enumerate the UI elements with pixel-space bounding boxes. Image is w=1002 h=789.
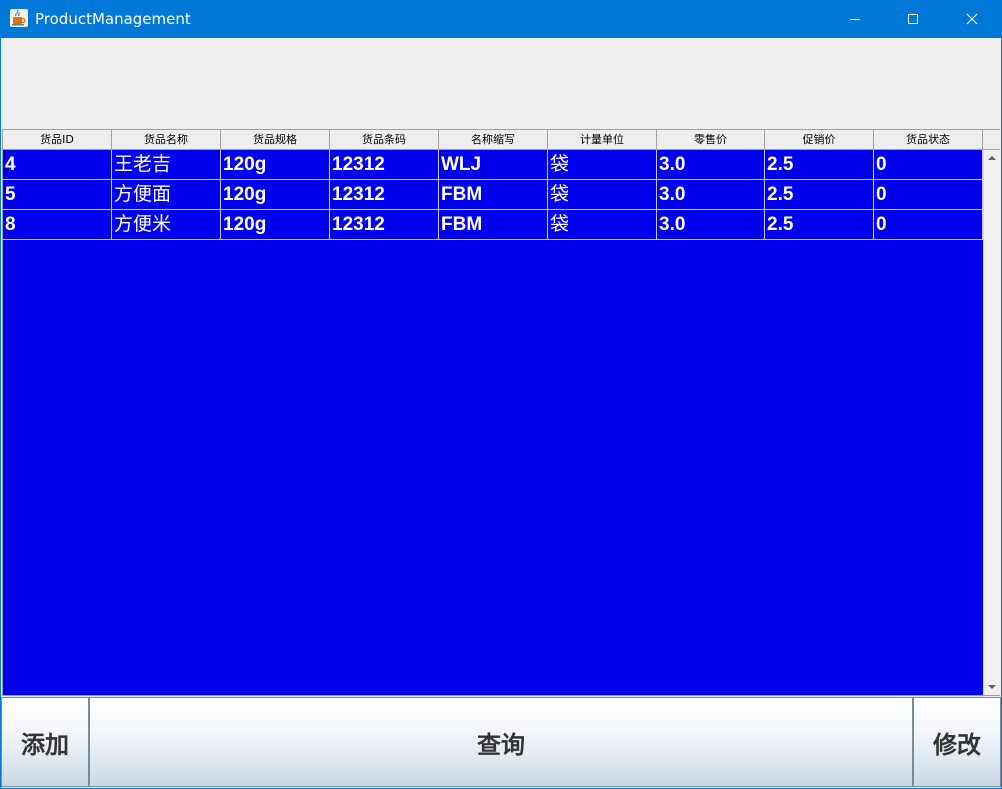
- cell-abbr[interactable]: FBM: [439, 180, 548, 209]
- table-row[interactable]: 8 方便米 120g 12312 FBM 袋 3.0 2.5 0: [3, 210, 983, 240]
- cell-name[interactable]: 方便面: [112, 180, 221, 209]
- cell-promo-price[interactable]: 2.5: [765, 150, 874, 179]
- cell-id[interactable]: 8: [3, 210, 112, 239]
- cell-retail-price[interactable]: 3.0: [657, 150, 765, 179]
- scroll-up-button[interactable]: [984, 150, 1000, 166]
- column-header-barcode[interactable]: 货品条码: [330, 130, 439, 149]
- table-corner: [983, 130, 1000, 150]
- cell-status[interactable]: 0: [874, 150, 983, 179]
- java-coffee-cup-icon: [10, 9, 28, 27]
- maximize-button[interactable]: [884, 0, 942, 38]
- table-row[interactable]: 4 王老吉 120g 12312 WLJ 袋 3.0 2.5 0: [3, 150, 983, 180]
- client-area: 货品ID 货品名称 货品规格 货品条码 名称缩写 计量单位 零售价 促销价 货品…: [1, 38, 1001, 788]
- arrow-up-icon: [988, 156, 996, 160]
- minimize-button[interactable]: [826, 0, 884, 38]
- cell-name[interactable]: 方便米: [112, 210, 221, 239]
- cell-barcode[interactable]: 12312: [330, 210, 439, 239]
- table-row[interactable]: 5 方便面 120g 12312 FBM 袋 3.0 2.5 0: [3, 180, 983, 210]
- column-header-id[interactable]: 货品ID: [3, 130, 112, 149]
- table-body: 4 王老吉 120g 12312 WLJ 袋 3.0 2.5 0 5 方便面 1…: [3, 150, 983, 240]
- cell-retail-price[interactable]: 3.0: [657, 210, 765, 239]
- cell-unit[interactable]: 袋: [548, 180, 657, 209]
- scroll-down-button[interactable]: [984, 679, 1000, 695]
- cell-status[interactable]: 0: [874, 210, 983, 239]
- close-button[interactable]: [942, 0, 1002, 38]
- bottom-button-panel: 添加 查询 修改: [1, 697, 1001, 788]
- column-header-name[interactable]: 货品名称: [112, 130, 221, 149]
- column-header-spec[interactable]: 货品规格: [221, 130, 330, 149]
- query-button[interactable]: 查询: [89, 697, 913, 787]
- cell-promo-price[interactable]: 2.5: [765, 180, 874, 209]
- close-icon: [966, 13, 978, 25]
- arrow-down-icon: [988, 685, 996, 689]
- cell-abbr[interactable]: FBM: [439, 210, 548, 239]
- cell-promo-price[interactable]: 2.5: [765, 210, 874, 239]
- column-header-unit[interactable]: 计量单位: [548, 130, 657, 149]
- cell-spec[interactable]: 120g: [221, 180, 330, 209]
- top-panel: [1, 38, 1001, 128]
- column-header-retail-price[interactable]: 零售价: [657, 130, 765, 149]
- cell-abbr[interactable]: WLJ: [439, 150, 548, 179]
- cell-status[interactable]: 0: [874, 180, 983, 209]
- cell-barcode[interactable]: 12312: [330, 150, 439, 179]
- cell-name[interactable]: 王老吉: [112, 150, 221, 179]
- edit-button[interactable]: 修改: [913, 697, 1001, 787]
- column-header-status[interactable]: 货品状态: [874, 130, 983, 149]
- window-title: ProductManagement: [35, 10, 191, 28]
- product-table[interactable]: 货品ID 货品名称 货品规格 货品条码 名称缩写 计量单位 零售价 促销价 货品…: [2, 129, 1000, 696]
- cell-id[interactable]: 5: [3, 180, 112, 209]
- app-window: ProductManagement 货品ID 货品名称 货品规格 货品条码 名称…: [0, 0, 1002, 789]
- add-button[interactable]: 添加: [1, 697, 89, 787]
- cell-unit[interactable]: 袋: [548, 150, 657, 179]
- cell-barcode[interactable]: 12312: [330, 180, 439, 209]
- cell-spec[interactable]: 120g: [221, 210, 330, 239]
- table-header: 货品ID 货品名称 货品规格 货品条码 名称缩写 计量单位 零售价 促销价 货品…: [3, 130, 983, 150]
- vertical-scrollbar[interactable]: [983, 150, 1000, 695]
- maximize-icon: [908, 14, 918, 24]
- cell-id[interactable]: 4: [3, 150, 112, 179]
- cell-retail-price[interactable]: 3.0: [657, 180, 765, 209]
- column-header-abbr[interactable]: 名称缩写: [439, 130, 548, 149]
- column-header-promo-price[interactable]: 促销价: [765, 130, 874, 149]
- title-bar[interactable]: ProductManagement: [0, 0, 1002, 38]
- minimize-icon: [850, 19, 860, 20]
- cell-unit[interactable]: 袋: [548, 210, 657, 239]
- cell-spec[interactable]: 120g: [221, 150, 330, 179]
